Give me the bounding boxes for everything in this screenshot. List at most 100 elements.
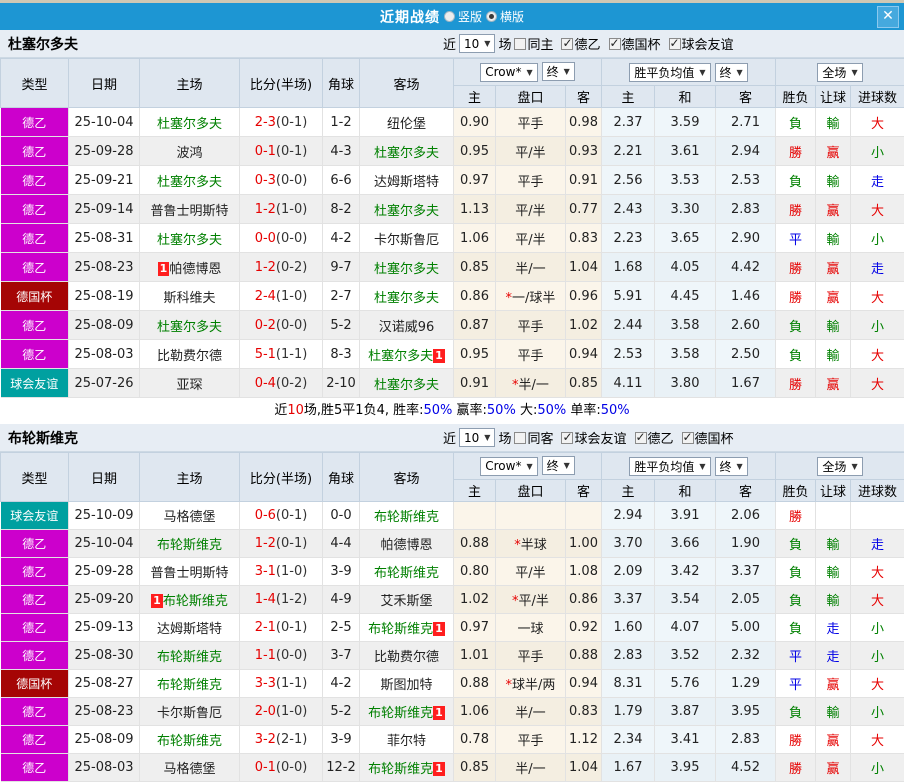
sub-column-header: 胜负 xyxy=(776,86,816,108)
ah-away-odds: 1.04 xyxy=(566,253,602,282)
layout-radio-vertical[interactable]: 竖版 xyxy=(444,8,482,25)
away-team: 帕德博恩 xyxy=(360,530,454,558)
ah-home-odds: 0.97 xyxy=(454,614,496,642)
team-label: 亚琛 xyxy=(176,378,202,393)
match-row: 德乙25-10-04布轮斯维克1-2(0-1)4-4帕德博恩0.88*半球1.0… xyxy=(1,530,904,558)
match-count-select[interactable]: 10▼ xyxy=(459,34,495,53)
match-date: 25-08-23 xyxy=(69,253,140,282)
result-verdict: 赢 xyxy=(827,678,840,693)
eu-draw-odds: 3.65 xyxy=(655,224,716,253)
league-filter[interactable]: 球会友谊 xyxy=(669,34,734,53)
league-checkbox[interactable] xyxy=(609,38,621,50)
column-header: 角球 xyxy=(323,453,360,502)
league-checkbox[interactable] xyxy=(669,38,681,50)
eu-home-odds: 2.21 xyxy=(602,137,655,166)
unit-label: 场 xyxy=(498,34,511,53)
league-checkbox[interactable] xyxy=(682,432,694,444)
team-label: 马格德堡 xyxy=(163,510,215,525)
dropdown-arrow-icon: ▼ xyxy=(484,433,490,442)
final-odds-select[interactable]: 终▼ xyxy=(715,63,748,82)
corner-score: 6-6 xyxy=(323,166,360,195)
match-scope-select[interactable]: 全场▼ xyxy=(817,457,862,476)
close-button[interactable]: ✕ xyxy=(877,6,899,28)
match-date: 25-08-03 xyxy=(69,340,140,369)
eu-home-odds: 2.53 xyxy=(602,340,655,369)
red-1-badge: 1 xyxy=(158,262,170,276)
same-venue-filter[interactable]: 同客 xyxy=(514,428,553,447)
result-group-header: 全场▼ xyxy=(776,59,904,86)
odds-value: 0.83 xyxy=(569,231,598,246)
result-verdict: 輸 xyxy=(827,538,840,553)
odds-value: 平手 xyxy=(517,734,543,749)
league-filter[interactable]: 德乙 xyxy=(561,34,600,53)
away-team: 布轮斯维克1 xyxy=(360,698,454,726)
column-header: 日期 xyxy=(69,59,140,108)
match-row: 德乙25-10-04杜塞尔多夫2-3(0-1)1-2纽伦堡0.90平手0.982… xyxy=(1,108,904,137)
radio-checked-icon[interactable] xyxy=(486,11,497,22)
league-checkbox[interactable] xyxy=(561,432,573,444)
same-venue-checkbox[interactable] xyxy=(514,38,526,50)
league-checkbox[interactable] xyxy=(561,38,573,50)
match-date: 25-08-23 xyxy=(69,698,140,726)
league-filter[interactable]: 德乙 xyxy=(635,428,674,447)
eu-home-odds: 5.91 xyxy=(602,282,655,311)
result-wdl: 負 xyxy=(776,340,816,369)
result-handicap: 赢 xyxy=(816,282,851,311)
team-label: 杜塞尔多夫 xyxy=(157,233,222,248)
odds-value: 0.92 xyxy=(569,620,598,635)
match-scope-select[interactable]: 全场▼ xyxy=(817,63,862,82)
layout-radio-horizontal[interactable]: 横版 xyxy=(486,8,524,25)
league-filter[interactable]: 德国杯 xyxy=(609,34,661,53)
result-goals: 大 xyxy=(851,282,904,311)
corner-score: 4-2 xyxy=(323,670,360,698)
radio-unchecked-icon[interactable] xyxy=(444,11,455,22)
eu-draw-odds: 3.61 xyxy=(655,137,716,166)
same-venue-checkbox[interactable] xyxy=(514,432,526,444)
wdl-average-select[interactable]: 胜平负均值▼ xyxy=(629,63,710,82)
final-odds-select-label: 终 xyxy=(547,63,559,80)
sub-column-header: 主 xyxy=(602,86,655,108)
odds-value: 1.06 xyxy=(460,231,489,246)
column-header: 客场 xyxy=(360,59,454,108)
summary-segment: 50% xyxy=(423,403,452,418)
away-team: 布轮斯维克1 xyxy=(360,614,454,642)
match-date: 25-09-13 xyxy=(69,614,140,642)
match-date: 25-09-21 xyxy=(69,166,140,195)
wdl-average-select[interactable]: 胜平负均值▼ xyxy=(629,457,710,476)
final-odds-select[interactable]: 终▼ xyxy=(542,456,575,475)
league-checkbox[interactable] xyxy=(635,432,647,444)
team-label: 杜塞尔多夫 xyxy=(157,117,222,132)
league-label: 球会友谊 xyxy=(574,428,626,447)
sub-column-header: 胜负 xyxy=(776,480,816,502)
column-header: 类型 xyxy=(1,59,69,108)
match-row: 德国杯25-08-27布轮斯维克3-3(1-1)4-2斯图加特0.88*球半/两… xyxy=(1,670,904,698)
result-verdict: 平 xyxy=(789,233,802,248)
result-verdict: 負 xyxy=(789,538,802,553)
league-filter[interactable]: 德国杯 xyxy=(682,428,734,447)
halftime-score: (1-0) xyxy=(276,289,307,304)
result-handicap: 走 xyxy=(816,614,851,642)
eu-home-odds: 2.44 xyxy=(602,311,655,340)
team-label: 杜塞尔多夫 xyxy=(368,349,433,364)
odds-value: 平/半 xyxy=(519,594,549,609)
result-wdl: 勝 xyxy=(776,253,816,282)
league-filter[interactable]: 球会友谊 xyxy=(561,428,626,447)
team-label: 杜塞尔多夫 xyxy=(157,175,222,190)
bookmaker-select[interactable]: Crow*▼ xyxy=(480,63,537,82)
fulltime-score: 3-3 xyxy=(255,676,276,691)
match-type: 德乙 xyxy=(1,698,69,726)
fulltime-score: 1-2 xyxy=(255,260,276,275)
match-count-select[interactable]: 10▼ xyxy=(459,428,495,447)
final-odds-select[interactable]: 终▼ xyxy=(542,62,575,81)
result-verdict: 大 xyxy=(871,378,884,393)
same-venue-filter[interactable]: 同主 xyxy=(514,34,553,53)
final-odds-select[interactable]: 终▼ xyxy=(715,457,748,476)
bookmaker-select[interactable]: Crow*▼ xyxy=(480,457,537,476)
match-score: 1-2(0-2) xyxy=(240,253,323,282)
eu-home-odds: 1.68 xyxy=(602,253,655,282)
team-label: 杜塞尔多夫 xyxy=(374,146,439,161)
eu-away-odds: 2.53 xyxy=(716,166,776,195)
fulltime-score: 0-0 xyxy=(255,231,276,246)
result-handicap: 赢 xyxy=(816,195,851,224)
home-team: 卡尔斯鲁厄 xyxy=(140,698,240,726)
